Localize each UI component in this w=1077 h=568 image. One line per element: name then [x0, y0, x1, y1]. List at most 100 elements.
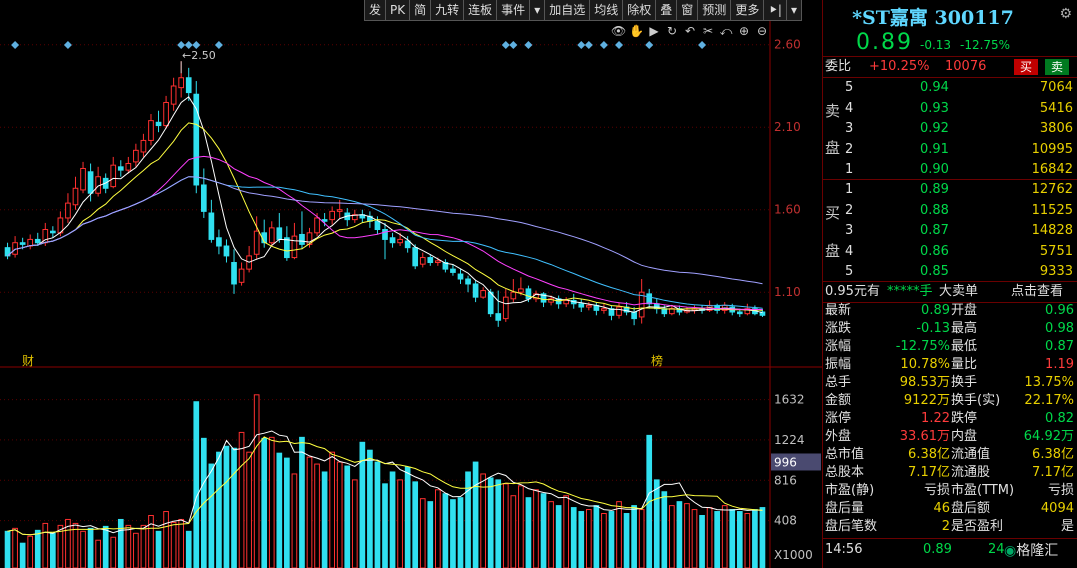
toolbar-button-15[interactable]: ▾ [787, 0, 801, 20]
toolbar-button-13[interactable]: 更多 [731, 0, 765, 20]
toolbar-button-5[interactable]: 事件 [497, 0, 531, 20]
volume-bar [623, 513, 630, 568]
volume-chart[interactable]: 1632 1224 996 816 408 X1000 [0, 368, 822, 568]
toolbar-button-6[interactable]: ▾ [530, 0, 546, 20]
zoom-in-icon[interactable]: ⊕ [737, 24, 751, 38]
big-order-link[interactable]: 点击查看 [1011, 283, 1063, 301]
sell-button[interactable]: 卖 [1045, 59, 1069, 75]
return-icon[interactable]: ⤺ [719, 24, 733, 38]
volume-bar [321, 471, 328, 568]
stat-label: 涨跌 [825, 321, 852, 336]
toolbar-button-9[interactable]: 除权 [623, 0, 657, 20]
price-change-pct: -12.75% [960, 38, 1011, 52]
chart-area[interactable]: 2.60 2.10 1.60 1.10 1632 1224 996 816 408 X1000 … [0, 0, 822, 568]
play-icon[interactable]: ▶ [647, 24, 661, 38]
level-price: 0.92 [920, 121, 949, 136]
buy-button[interactable]: 买 [1014, 59, 1038, 75]
divider [823, 538, 1077, 539]
volume-bar [87, 527, 94, 568]
undo-icon[interactable]: ↶ [683, 24, 697, 38]
stat-label: 最低 [951, 339, 978, 354]
zoom-out-icon[interactable]: ⊖ [755, 24, 769, 38]
volume-bar [374, 461, 381, 568]
chart-toolbar: 发 PK 简九转 连板 事件 ▾ 加自选 均线 除权叠窗预测 更多 ⯈| ▾ [364, 0, 803, 21]
hand-icon[interactable]: ✋ [629, 24, 644, 38]
stat-value: 亏损 [923, 483, 950, 498]
toolbar-button-11[interactable]: 窗 [677, 0, 699, 20]
toolbar-button-10[interactable]: 叠 [656, 0, 678, 20]
bid-row[interactable]: 3 0.87 14828 [823, 222, 1077, 240]
volume-bar [397, 479, 403, 568]
candle-body [125, 163, 132, 171]
toolbar-button-4[interactable]: 连板 [464, 0, 498, 20]
level: 5 [845, 264, 854, 279]
toolbar-button-1[interactable]: PK [386, 0, 411, 20]
candle-body [518, 288, 524, 293]
weibi-row: 委比 +10.25% 10076 [823, 58, 1077, 76]
stat-label: 盘后量 [825, 501, 865, 516]
toolbar-button-7[interactable]: 加自选 [545, 0, 591, 20]
level: 2 [845, 141, 854, 157]
volume-bar [253, 394, 260, 568]
stat-row: 总市值 6.38亿 流通值 6.38亿 [823, 446, 1077, 464]
candle-body [646, 293, 653, 305]
toolbar-button-0[interactable]: 发 [365, 0, 387, 20]
bid-row[interactable]: 2 0.88 11525 [823, 202, 1077, 220]
bid-row[interactable]: 4 0.86 5751 [823, 243, 1077, 261]
ask-row[interactable]: 4 0.93 5416 [823, 100, 1077, 118]
toolbar-button-14[interactable]: ⯈| [764, 0, 787, 20]
volume-bar [351, 479, 358, 568]
stat-label: 内盘 [951, 429, 978, 444]
eye-icon[interactable]: 👁 [611, 24, 626, 38]
volume-bar [102, 525, 109, 568]
candle-body [163, 101, 169, 127]
big-order-row[interactable]: 0.95元有 *****手 大卖单 点击查看 [823, 283, 1077, 301]
level-volume: 16842 [1031, 162, 1073, 177]
ask-row[interactable]: 1 0.90 16842 [823, 161, 1077, 179]
candle-body [200, 184, 207, 212]
stat-row: 总股本 7.17亿 流通股 7.17亿 [823, 464, 1077, 482]
tick-time: 14:56 [825, 542, 863, 557]
bid-row[interactable]: 1 0.89 12762 [823, 181, 1077, 199]
volume-bar [736, 511, 743, 568]
stat-label: 换手(实) [951, 393, 1001, 408]
volume-bar [336, 461, 343, 568]
volume-bar [585, 509, 592, 568]
volume-bar [178, 518, 185, 568]
candle-body [465, 278, 471, 285]
volume-bar [42, 522, 49, 568]
stat-value: 是 [1060, 519, 1074, 534]
volume-bar [117, 518, 124, 568]
gear-icon[interactable]: ⚙ [1059, 6, 1072, 22]
toolbar-button-3[interactable]: 九转 [431, 0, 465, 20]
volume-bar [27, 535, 34, 568]
bid-row[interactable]: 5 0.85 9333 [823, 263, 1077, 281]
candle-body [502, 296, 509, 320]
candle-body [238, 268, 245, 283]
candle-body [419, 257, 426, 265]
refresh-icon[interactable]: ↻ [665, 24, 679, 38]
candle-body [450, 268, 456, 273]
candle-body [117, 166, 124, 171]
quote-panel: *ST嘉寓 300117 ⚙ 0.89 -0.13 -12.75% 委比 +10… [822, 0, 1077, 568]
rank-flag[interactable]: 榜 [651, 352, 663, 369]
level-volume: 3806 [1039, 121, 1073, 136]
toolbar-button-12[interactable]: 预测 [698, 0, 732, 20]
stat-value: 1.19 [1045, 357, 1074, 372]
volume-bar [419, 498, 426, 568]
ask-row[interactable]: 3 0.92 3806 [823, 120, 1077, 138]
ask-row[interactable]: 5 0.94 7064 [823, 79, 1077, 97]
ask-row[interactable]: 2 0.91 10995 [823, 141, 1077, 159]
volume-bar [457, 497, 464, 568]
peak-price-label: ←2.50 [182, 49, 216, 62]
toolbar-button-8[interactable]: 均线 [590, 0, 624, 20]
volume-bar [193, 401, 200, 568]
toolbar-button-2[interactable]: 简 [410, 0, 432, 20]
volume-bar [291, 473, 298, 568]
divider [823, 281, 1077, 282]
scissors-icon[interactable]: ✂ [701, 24, 715, 38]
candle-body [472, 283, 479, 298]
kline-chart[interactable]: 2.60 2.10 1.60 1.10 [0, 0, 822, 368]
finance-flag[interactable]: 财 [22, 352, 34, 369]
volume-tick: 816 [774, 473, 797, 487]
